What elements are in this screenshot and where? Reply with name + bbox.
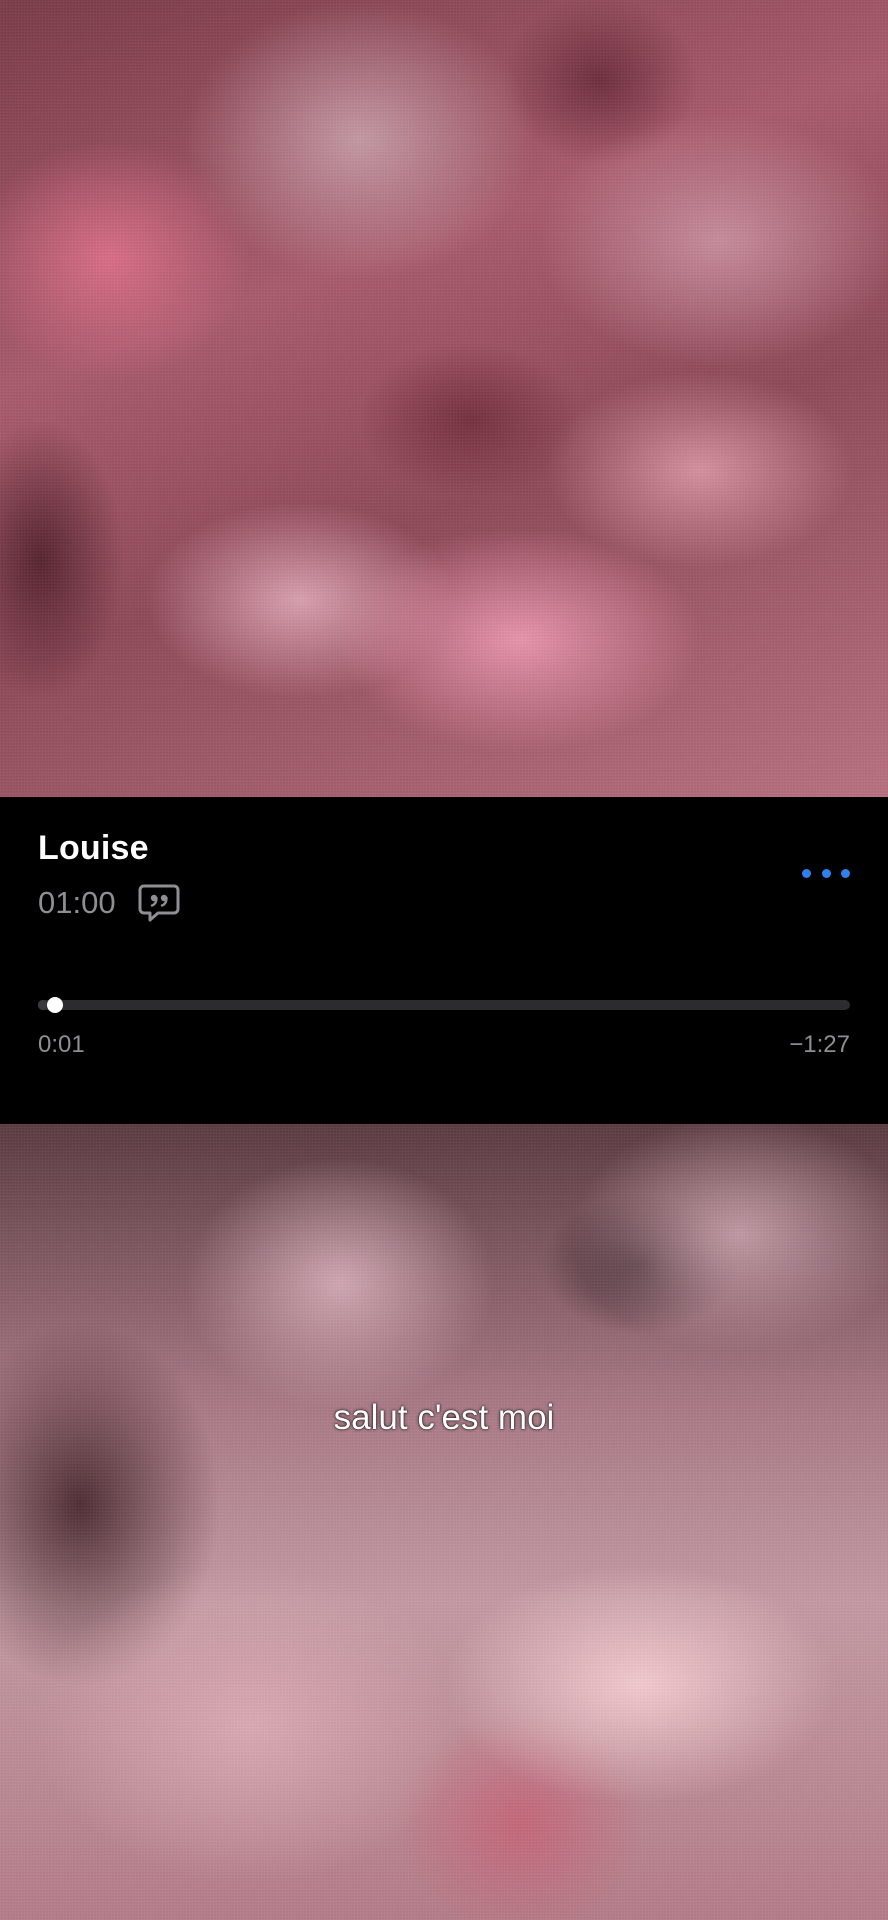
scrubber-track bbox=[38, 1000, 850, 1010]
playback-scrubber[interactable] bbox=[38, 997, 850, 1013]
scrubber-progress bbox=[38, 1000, 47, 1010]
more-options-button[interactable] bbox=[802, 863, 850, 883]
story-screen: Louise 01:00 0:01 −1:27 salut c'est moi bbox=[0, 0, 888, 1920]
elapsed-time: 0:01 bbox=[38, 1031, 85, 1058]
memo-title: Louise bbox=[38, 829, 149, 867]
roses-photo-top bbox=[0, 0, 888, 797]
caption-text: salut c'est moi bbox=[333, 1398, 555, 1437]
ellipsis-icon bbox=[802, 868, 811, 878]
roses-photo-bottom bbox=[0, 1124, 888, 1920]
voice-memo-card[interactable]: Louise 01:00 0:01 −1:27 bbox=[0, 797, 888, 1124]
memo-meta: 01:00 bbox=[38, 883, 180, 923]
quote-bubble-icon[interactable] bbox=[138, 883, 180, 923]
remaining-time: −1:27 bbox=[789, 1031, 850, 1058]
memo-duration: 01:00 bbox=[38, 885, 116, 920]
scrubber-handle[interactable] bbox=[46, 997, 63, 1013]
